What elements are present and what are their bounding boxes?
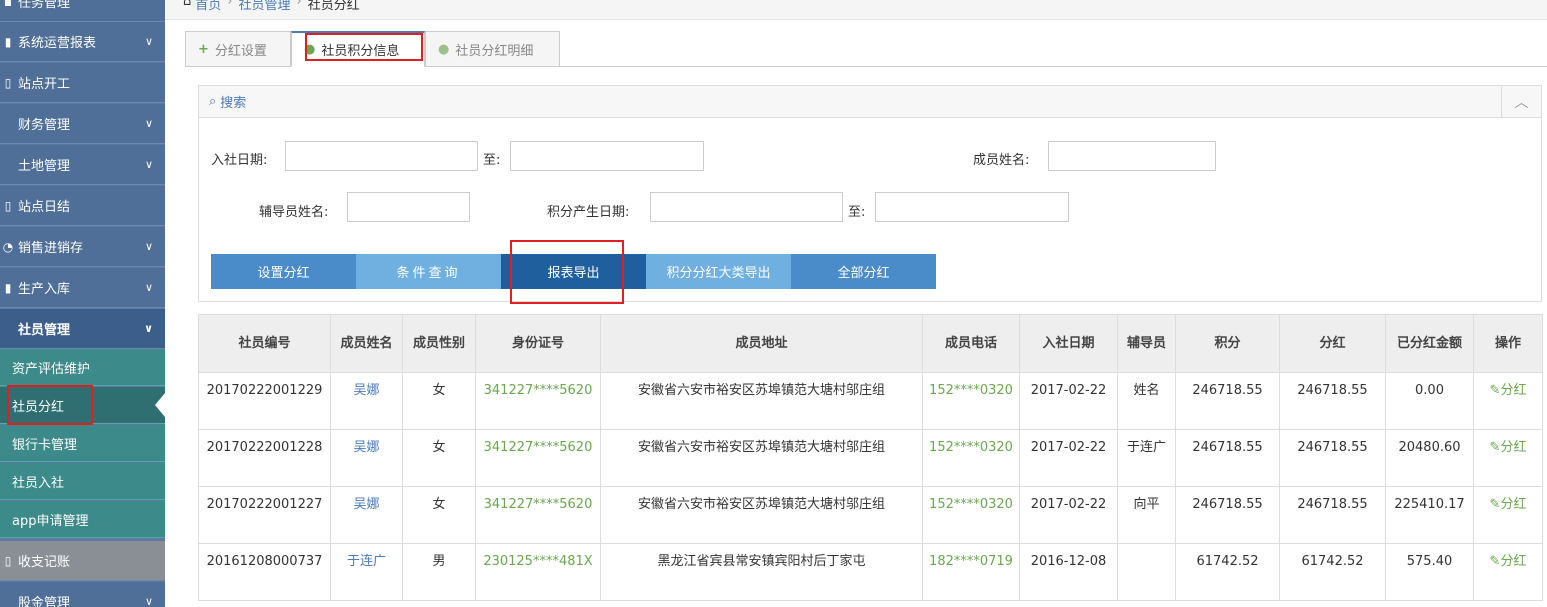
col-dividend: 分红 — [1279, 314, 1386, 373]
join-date-end-input[interactable] — [510, 141, 704, 171]
table-row: 20170222001229 吴娜 女 341227****5620 安徽省六安… — [198, 372, 1543, 430]
col-address: 成员地址 — [600, 314, 923, 373]
highlight-box — [510, 240, 624, 304]
sidebar-item-site-start[interactable]: ▯ 站点开工 — [0, 63, 165, 103]
tab-dividend-detail[interactable]: ● 社员分红明细 — [425, 31, 560, 67]
task-icon: ▪ — [3, 0, 13, 9]
sidebar-subitem-member-join[interactable]: 社员入社 — [0, 463, 165, 500]
search-panel: ⌕ 搜索 ︿ 入社日期: 至: 成员姓名: 辅导员姓名: 积分产生日期: 至: … — [198, 85, 1542, 302]
table-header-row: 社员编号 成员姓名 成员性别 身份证号 成员地址 成员电话 入社日期 辅导员 积… — [198, 314, 1543, 373]
sidebar-item-accounting[interactable]: ▯ 收支记账 — [0, 541, 165, 581]
breadcrumb-home[interactable]: 首页 — [195, 0, 221, 13]
member-points-table: 社员编号 成员姓名 成员性别 身份证号 成员地址 成员电话 入社日期 辅导员 积… — [198, 314, 1543, 601]
member-name-input[interactable] — [1048, 141, 1216, 171]
dividend-action-link[interactable]: ✎分红 — [1473, 429, 1543, 487]
col-points: 积分 — [1175, 314, 1280, 373]
breadcrumb: ⌂ 首页 › 社员管理 › 社员分红 — [165, 0, 1547, 20]
sidebar-item-member-mgmt[interactable]: 社员管理 ∨ — [0, 309, 165, 349]
chevron-down-icon: ∨ — [144, 117, 153, 130]
dividend-action-link[interactable]: ✎分红 — [1473, 372, 1543, 430]
tutor-name-label: 辅导员姓名: — [259, 205, 329, 220]
member-name-link[interactable]: 于连广 — [330, 543, 403, 601]
join-date-to-label: 至: — [483, 153, 501, 168]
file-icon: ▯ — [4, 198, 12, 213]
export-category-button[interactable]: 积分分红大类导出 — [646, 254, 791, 289]
main-content: + 分红设置 ● 社员积分信息 ● 社员分红明细 ⌕ 搜索 ︿ 入社日期: 至:… — [165, 21, 1547, 607]
col-paid-dividend: 已分红金额 — [1385, 314, 1474, 373]
sidebar-item-production[interactable]: ▮ 生产入库 ∨ — [0, 268, 165, 308]
selected-indicator — [155, 393, 165, 417]
chevron-down-icon: ∨ — [144, 240, 153, 253]
sidebar-item-share-capital[interactable]: 股金管理 ∨ — [0, 582, 165, 607]
tab-dividend-settings[interactable]: + 分红设置 — [185, 31, 291, 67]
plus-icon: + — [198, 41, 209, 57]
member-name-link[interactable]: 吴娜 — [330, 486, 403, 544]
sidebar-subitem-bank-card[interactable]: 银行卡管理 — [0, 425, 165, 462]
col-phone: 成员电话 — [922, 314, 1020, 373]
file-icon: ▯ — [4, 75, 12, 90]
chevron-down-icon: ∨ — [144, 35, 153, 48]
sidebar-subitem-app-request[interactable]: app申请管理 — [0, 501, 165, 538]
col-member-name: 成员姓名 — [330, 314, 403, 373]
member-name-link[interactable]: 吴娜 — [330, 372, 403, 430]
table-row: 20161208000737 于连广 男 230125****481X 黑龙江省… — [198, 543, 1543, 601]
chevron-up-icon: ∨ — [144, 322, 153, 335]
join-date-start-input[interactable] — [285, 141, 478, 171]
bar-chart-icon: ▮ — [4, 34, 12, 49]
highlight-box — [7, 385, 93, 425]
col-tutor: 辅导员 — [1117, 314, 1176, 373]
member-name-label: 成员姓名: — [973, 153, 1030, 168]
join-date-label: 入社日期: — [211, 153, 268, 168]
query-button[interactable]: 条件查询 — [356, 254, 501, 289]
users-icon: ● — [438, 41, 450, 57]
search-header[interactable]: ⌕ 搜索 ︿ — [199, 86, 1541, 118]
col-id-number: 身份证号 — [475, 314, 601, 373]
points-date-end-input[interactable] — [875, 192, 1069, 222]
table-row: 20170222001227 吴娜 女 341227****5620 安徽省六安… — [198, 486, 1543, 544]
file-icon: ▯ — [4, 553, 12, 568]
sidebar: ▪ 任务管理 ▮ 系统运营报表 ∨ ▯ 站点开工 财务管理 ∨ 土地管理 ∨ ▯… — [0, 0, 165, 607]
sidebar-item-finance[interactable]: 财务管理 ∨ — [0, 104, 165, 144]
pie-icon: ◔ — [2, 239, 14, 254]
bar-chart-icon: ▮ — [4, 280, 12, 295]
chevron-down-icon: ∨ — [144, 158, 153, 171]
col-member-gender: 成员性别 — [402, 314, 476, 373]
set-dividend-button[interactable]: 设置分红 — [211, 254, 356, 289]
sidebar-subitem-asset-eval[interactable]: 资产评估维护 — [0, 349, 165, 386]
points-date-label: 积分产生日期: — [547, 205, 630, 220]
col-member-id: 社员编号 — [198, 314, 331, 373]
dividend-all-button[interactable]: 全部分红 — [791, 254, 936, 289]
pencil-icon: ✎ — [1489, 440, 1501, 455]
collapse-icon[interactable]: ︿ — [1501, 86, 1541, 118]
search-icon: ⌕ — [209, 94, 217, 109]
points-date-start-input[interactable] — [650, 192, 843, 222]
pencil-icon: ✎ — [1489, 497, 1501, 512]
breadcrumb-current: 社员分红 — [307, 0, 360, 13]
highlight-box — [305, 33, 423, 61]
tutor-name-input[interactable] — [347, 192, 470, 222]
pencil-icon: ✎ — [1489, 383, 1501, 398]
points-date-to-label: 至: — [848, 205, 866, 220]
dividend-action-link[interactable]: ✎分红 — [1473, 486, 1543, 544]
member-name-link[interactable]: 吴娜 — [330, 429, 403, 487]
col-actions: 操作 — [1473, 314, 1543, 373]
home-icon: ⌂ — [183, 0, 192, 9]
sidebar-item-task[interactable]: ▪ 任务管理 — [0, 0, 165, 22]
table-row: 20170222001228 吴娜 女 341227****5620 安徽省六安… — [198, 429, 1543, 487]
breadcrumb-member-mgmt[interactable]: 社员管理 — [238, 0, 290, 13]
sidebar-item-ops-report[interactable]: ▮ 系统运营报表 ∨ — [0, 22, 165, 62]
sidebar-item-sales[interactable]: ◔ 销售进销存 ∨ — [0, 227, 165, 267]
chevron-down-icon: ∨ — [144, 281, 153, 294]
col-join-date: 入社日期 — [1019, 314, 1118, 373]
chevron-down-icon: ∨ — [144, 595, 153, 607]
sidebar-item-land[interactable]: 土地管理 ∨ — [0, 145, 165, 185]
pencil-icon: ✎ — [1489, 554, 1501, 569]
dividend-action-link[interactable]: ✎分红 — [1473, 543, 1543, 601]
sidebar-item-daily-close[interactable]: ▯ 站点日结 — [0, 186, 165, 226]
